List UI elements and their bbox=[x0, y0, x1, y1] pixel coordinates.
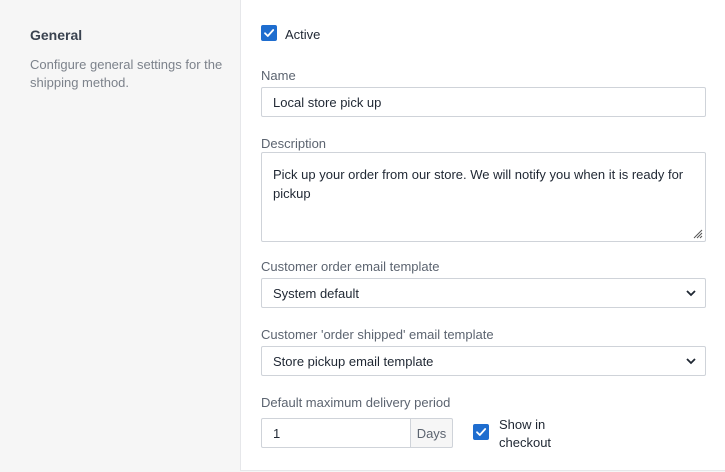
name-input-value: Local store pick up bbox=[273, 95, 382, 110]
section-sidebar: General Configure general settings for t… bbox=[0, 0, 240, 472]
active-label: Active bbox=[285, 27, 321, 42]
shipped-email-label: Customer 'order shipped' email template bbox=[261, 327, 494, 342]
order-email-selected: System default bbox=[273, 286, 359, 301]
order-email-label: Customer order email template bbox=[261, 259, 440, 274]
name-input[interactable]: Local store pick up bbox=[261, 87, 706, 117]
checkmark-icon bbox=[264, 29, 275, 37]
section-title: General bbox=[30, 27, 83, 43]
show-in-checkout-label: Show in checkout bbox=[499, 417, 552, 450]
delivery-period-label: Default maximum delivery period bbox=[261, 395, 451, 410]
delivery-period-unit: Days bbox=[411, 418, 453, 448]
order-email-select[interactable]: System default bbox=[261, 278, 706, 308]
description-textarea[interactable]: Pick up your order from our store. We wi… bbox=[261, 152, 706, 242]
show-in-checkout-checkbox[interactable] bbox=[473, 424, 489, 440]
resize-handle-icon[interactable] bbox=[691, 227, 703, 239]
description-textarea-value: Pick up your order from our store. We wi… bbox=[273, 167, 684, 201]
active-checkbox[interactable] bbox=[261, 25, 277, 41]
delivery-period-value: 1 bbox=[273, 426, 281, 441]
chevron-down-icon bbox=[686, 358, 696, 365]
name-label: Name bbox=[261, 68, 296, 83]
shipped-email-select[interactable]: Store pickup email template bbox=[261, 346, 706, 376]
settings-panel: Active Name Local store pick up Descript… bbox=[240, 0, 725, 471]
delivery-period-input[interactable]: 1 bbox=[261, 418, 411, 448]
section-description: Configure general settings for the shipp… bbox=[30, 57, 223, 90]
shipped-email-selected: Store pickup email template bbox=[273, 354, 434, 369]
checkmark-icon bbox=[476, 428, 487, 436]
description-label: Description bbox=[261, 136, 327, 151]
chevron-down-icon bbox=[686, 290, 696, 297]
